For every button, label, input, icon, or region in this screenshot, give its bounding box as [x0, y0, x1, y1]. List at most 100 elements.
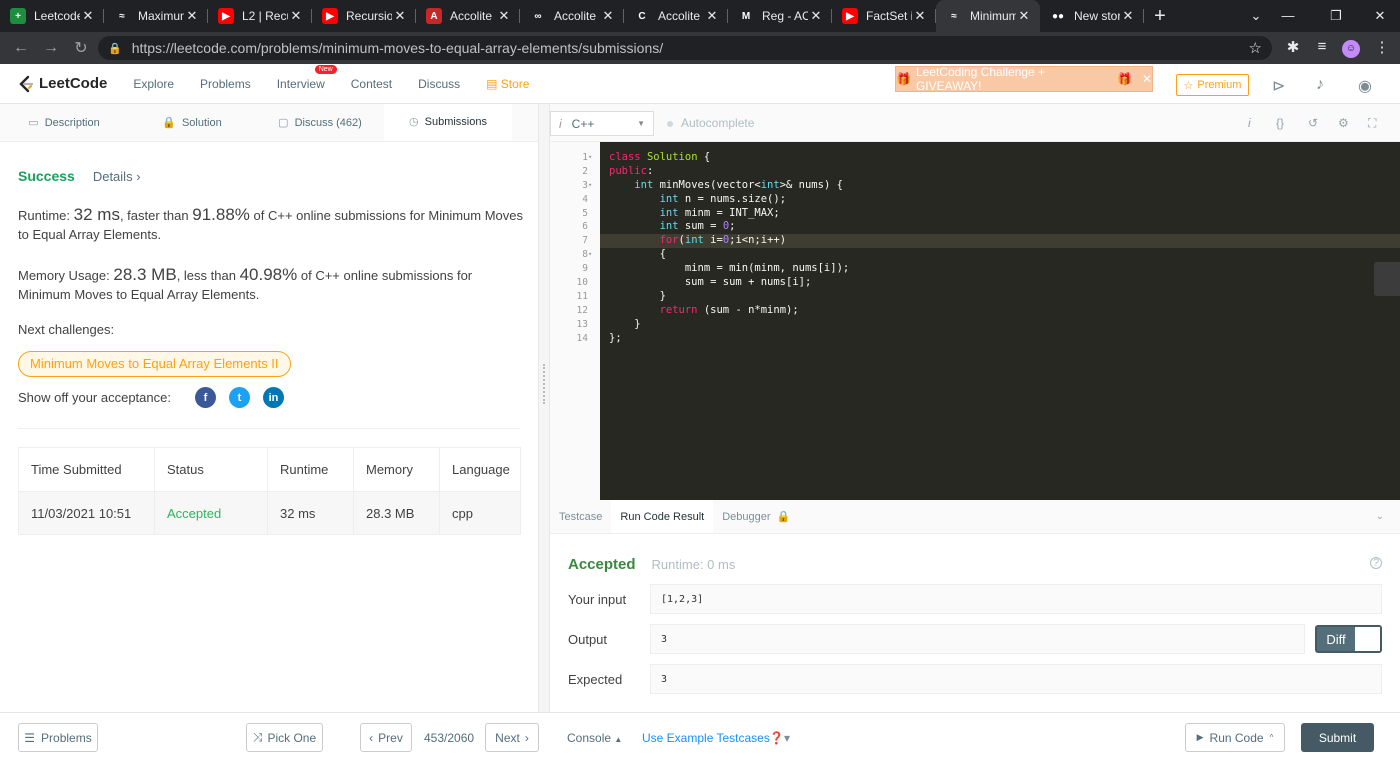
- playground-icon[interactable]: ⊳: [1272, 76, 1285, 96]
- minimize-icon[interactable]: —: [1268, 0, 1308, 32]
- pane-splitter[interactable]: [538, 104, 550, 712]
- reading-list-icon[interactable]: ≡: [1312, 38, 1332, 55]
- browser-tab[interactable]: C Accolite D✕: [624, 0, 728, 32]
- tab-debugger[interactable]: Debugger 🔒: [713, 500, 799, 533]
- linkedin-icon[interactable]: in: [262, 387, 284, 408]
- help-icon[interactable]: ?: [1370, 557, 1382, 569]
- tab-submissions[interactable]: ◷ Submissions: [384, 104, 512, 141]
- code-line[interactable]: {: [600, 248, 1400, 262]
- code-line[interactable]: int n = nums.size();: [600, 193, 1400, 207]
- code-line[interactable]: }: [600, 318, 1400, 332]
- help-dropdown-icon[interactable]: ❓▾: [769, 731, 790, 745]
- browser-tab[interactable]: ●● New story✕: [1040, 0, 1144, 32]
- close-tab-icon[interactable]: ✕: [704, 8, 720, 24]
- facebook-icon[interactable]: f: [194, 387, 216, 408]
- close-tab-icon[interactable]: ✕: [912, 8, 928, 24]
- back-icon[interactable]: ←: [6, 39, 36, 57]
- browser-tab[interactable]: ▶ L2 | Recur✕: [208, 0, 312, 32]
- browser-tab[interactable]: ▶ FactSet in✕: [832, 0, 936, 32]
- info-icon[interactable]: i: [1248, 116, 1251, 130]
- nav-store[interactable]: ▤ Store: [486, 77, 529, 91]
- close-window-icon[interactable]: ✕: [1360, 0, 1400, 32]
- next-button[interactable]: Next ›: [485, 723, 539, 752]
- close-tab-icon[interactable]: ✕: [600, 8, 616, 24]
- code-line[interactable]: }: [600, 290, 1400, 304]
- code-line[interactable]: sum = sum + nums[i];: [600, 276, 1400, 290]
- close-tab-icon[interactable]: ✕: [1120, 8, 1136, 24]
- browser-tab[interactable]: ≈ Maximum✕: [104, 0, 208, 32]
- submit-button[interactable]: Submit: [1301, 723, 1374, 752]
- nav-discuss[interactable]: Discuss: [418, 77, 460, 91]
- profile-avatar[interactable]: ☺: [1341, 38, 1361, 58]
- code-line[interactable]: class Solution {: [600, 151, 1400, 165]
- diff-toggle[interactable]: Diff: [1315, 625, 1382, 653]
- fold-arrow-icon[interactable]: ▾: [588, 179, 592, 193]
- run-code-button[interactable]: ▶ Run Code ^: [1185, 723, 1285, 752]
- new-tab-icon[interactable]: +: [1144, 0, 1176, 32]
- code-line[interactable]: public:: [600, 165, 1400, 179]
- reset-icon[interactable]: ↺: [1308, 116, 1318, 130]
- console-toggle[interactable]: Console ▲: [567, 731, 622, 745]
- cell-status-link[interactable]: Accepted: [154, 491, 268, 535]
- code-editor[interactable]: 1 ▾ 2 3 ▾ 4 5 6 7 8 ▾ 9 10 11 12 13 14 class Solution {p…: [550, 142, 1400, 500]
- fold-arrow-icon[interactable]: ▾: [588, 151, 592, 165]
- twitter-icon[interactable]: t: [228, 387, 250, 408]
- close-tab-icon[interactable]: ✕: [184, 8, 200, 24]
- pick-one-button[interactable]: ⤨ Pick One: [246, 723, 323, 752]
- fullscreen-icon[interactable]: ⛶: [1368, 116, 1376, 131]
- details-link[interactable]: Details ›: [93, 169, 141, 184]
- challenge-banner[interactable]: 🎁 LeetCoding Challenge + GIVEAWAY! 🎁 ✕: [895, 65, 1153, 93]
- language-select[interactable]: i C++ ▼: [550, 111, 654, 136]
- restore-icon[interactable]: ❐: [1316, 0, 1356, 32]
- close-tab-icon[interactable]: ✕: [80, 8, 96, 24]
- nav-interview[interactable]: Interview New: [277, 64, 337, 91]
- tab-run-code-result[interactable]: Run Code Result: [611, 500, 714, 533]
- problems-button[interactable]: ☰ Problems: [18, 723, 98, 752]
- close-tab-icon[interactable]: ✕: [1016, 8, 1032, 24]
- nav-problems[interactable]: Problems: [200, 77, 251, 91]
- code-line[interactable]: int minm = INT_MAX;: [600, 207, 1400, 221]
- close-tab-icon[interactable]: ✕: [496, 8, 512, 24]
- next-challenge-link[interactable]: Minimum Moves to Equal Array Elements II: [18, 351, 291, 377]
- fold-arrow-icon[interactable]: ▾: [588, 248, 592, 262]
- browser-tab[interactable]: ▶ Recursion✕: [312, 0, 416, 32]
- reload-icon[interactable]: ↻: [66, 38, 96, 58]
- browser-tab[interactable]: + Leetcode ✕: [0, 0, 104, 32]
- nav-contest[interactable]: Contest: [351, 77, 392, 91]
- code-line[interactable]: return (sum - n*minm);: [600, 304, 1400, 318]
- forward-icon[interactable]: →: [36, 39, 66, 57]
- code-line[interactable]: int minMoves(vector<int>& nums) {: [600, 179, 1400, 193]
- nav-explore[interactable]: Explore: [133, 77, 174, 91]
- premium-button[interactable]: ☆ Premium: [1176, 74, 1249, 96]
- code-line[interactable]: };: [600, 332, 1400, 346]
- code-line[interactable]: int sum = 0;: [600, 220, 1400, 234]
- close-tab-icon[interactable]: ✕: [288, 8, 304, 24]
- close-tab-icon[interactable]: ✕: [808, 8, 824, 24]
- braces-icon[interactable]: {}: [1276, 116, 1284, 130]
- tab-discuss[interactable]: ▢ Discuss (462): [256, 104, 384, 141]
- tab-testcase[interactable]: Testcase: [550, 500, 611, 533]
- user-avatar-icon[interactable]: ◉: [1358, 76, 1372, 96]
- code-area[interactable]: class Solution {public: int minMoves(vec…: [600, 142, 1400, 500]
- browser-tab[interactable]: M Reg - ACC✕: [728, 0, 832, 32]
- code-line[interactable]: for(int i=0;i<n;i++): [600, 234, 1400, 249]
- close-tab-icon[interactable]: ✕: [392, 8, 408, 24]
- close-banner-icon[interactable]: ✕: [1142, 72, 1152, 86]
- side-panel-tab[interactable]: [1374, 262, 1400, 296]
- browser-menu-icon[interactable]: ⋮: [1372, 38, 1392, 56]
- collapse-chevron-icon[interactable]: ⌄: [1376, 511, 1384, 522]
- notification-bell-icon[interactable]: ♪: [1316, 76, 1324, 94]
- splitter-handle[interactable]: [543, 364, 545, 404]
- leetcode-logo[interactable]: LeetCode: [17, 75, 107, 93]
- tab-solution[interactable]: 🔒 Solution: [128, 104, 256, 141]
- url-input[interactable]: 🔒 https://leetcode.com/problems/minimum-…: [98, 36, 1272, 60]
- code-line[interactable]: minm = min(minm, nums[i]);: [600, 262, 1400, 276]
- tab-description[interactable]: ▭ Description: [0, 104, 128, 141]
- bookmark-star-icon[interactable]: ☆: [1249, 39, 1262, 57]
- prev-button[interactable]: ‹ Prev: [360, 723, 412, 752]
- settings-icon[interactable]: ⚙: [1338, 116, 1349, 130]
- browser-tab[interactable]: A Accolite I ✕: [416, 0, 520, 32]
- use-example-testcases-link[interactable]: Use Example Testcases: [642, 731, 770, 745]
- browser-tab[interactable]: ≈ Minimum ✕: [936, 0, 1040, 32]
- extensions-icon[interactable]: ✱: [1283, 38, 1303, 56]
